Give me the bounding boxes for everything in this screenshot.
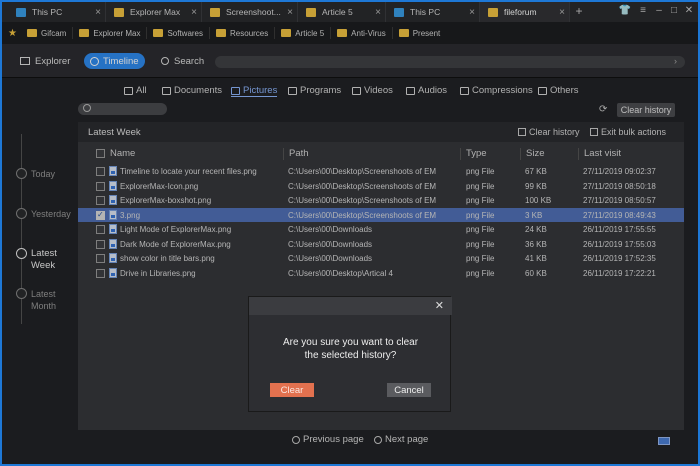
dialog-message-line-1: Are you sure you want to clear xyxy=(282,337,419,348)
cancel-button[interactable]: Cancel xyxy=(387,383,431,397)
dialog-title-bar: ✕ xyxy=(249,297,452,315)
dialog-message-line-2: the selected history? xyxy=(304,350,397,361)
dialog-message: Are you sure you want to clear the selec… xyxy=(249,336,452,362)
confirm-dialog: ✕ Are you sure you want to clear the sel… xyxy=(248,296,452,412)
explorer-max-window: This PC × Explorer Max × Screenshoot... … xyxy=(2,2,698,464)
confirm-clear-button[interactable]: Clear xyxy=(270,383,314,397)
dialog-close-icon[interactable]: ✕ xyxy=(435,299,444,312)
